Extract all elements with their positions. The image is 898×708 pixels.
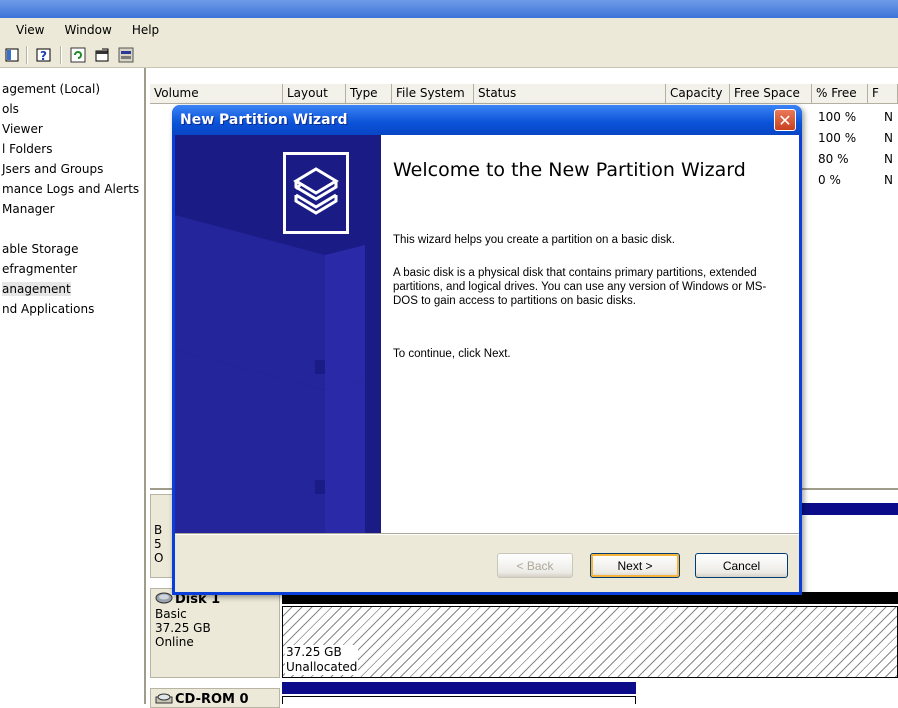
partition-size: 37.25 GB bbox=[286, 645, 342, 659]
toolbar: ? bbox=[0, 42, 898, 68]
disk1-size: 37.25 GB bbox=[155, 621, 211, 635]
wizard-art-disks bbox=[175, 215, 365, 533]
disk1-state: Online bbox=[155, 635, 194, 649]
cdrom0-partition-bar bbox=[282, 682, 636, 694]
column-header-layout[interactable]: Layout bbox=[283, 84, 346, 104]
refresh-icon[interactable] bbox=[68, 45, 88, 65]
disk0-line: B bbox=[154, 523, 163, 537]
tree-item[interactable]: Viewer bbox=[2, 122, 43, 136]
tree-item[interactable]: efragmenter bbox=[2, 262, 77, 276]
pct-free-cell: 0 % bbox=[818, 173, 841, 187]
cdrom0-name: CD-ROM 0 bbox=[175, 691, 249, 707]
cdrom-icon bbox=[155, 692, 173, 707]
column-header-type[interactable]: Type bbox=[346, 84, 392, 104]
pct-free-cell: 100 % bbox=[818, 131, 857, 145]
window-titlebar bbox=[0, 0, 898, 18]
pct-free-cell: 80 % bbox=[818, 152, 849, 166]
disk-view-icon[interactable] bbox=[116, 45, 136, 65]
new-partition-wizard-dialog: New Partition Wizard ✕ Welcome to the Ne… bbox=[172, 105, 802, 595]
tree-item[interactable]: Manager bbox=[2, 202, 55, 216]
toolbar-separator bbox=[60, 46, 62, 64]
column-header-status[interactable]: Status bbox=[474, 84, 666, 104]
fault-cell: N bbox=[884, 131, 893, 145]
disk0-line: 5 bbox=[154, 537, 162, 551]
disk1-type: Basic bbox=[155, 607, 187, 621]
dialog-titlebar[interactable]: New Partition Wizard ✕ bbox=[172, 105, 802, 135]
next-button[interactable]: Next > bbox=[590, 553, 680, 578]
cdrom0-label[interactable]: CD-ROM 0 bbox=[150, 688, 280, 708]
console-icon[interactable] bbox=[2, 45, 22, 65]
tree-item[interactable]: nd Applications bbox=[2, 302, 94, 316]
wizard-disk-icon bbox=[283, 152, 349, 234]
svg-text:?: ? bbox=[40, 49, 47, 63]
tree-item[interactable]: able Storage bbox=[2, 242, 78, 256]
tree-item[interactable]: mance Logs and Alerts bbox=[2, 182, 139, 196]
unallocated-text: 37.25 GB Unallocated bbox=[285, 645, 359, 675]
tree-item-disk-management[interactable]: anagement bbox=[2, 282, 71, 296]
help-icon[interactable]: ? bbox=[34, 45, 54, 65]
partition-label: Unallocated bbox=[286, 660, 358, 674]
column-header-f[interactable]: F bbox=[868, 84, 898, 104]
wizard-side-art bbox=[175, 135, 381, 533]
column-header-free-space[interactable]: Free Space bbox=[730, 84, 812, 104]
column-header-volume[interactable]: Volume bbox=[150, 84, 283, 104]
toolbar-separator bbox=[26, 46, 28, 64]
wizard-continue-text: To continue, click Next. bbox=[393, 348, 511, 360]
tree-item[interactable]: ols bbox=[2, 102, 19, 116]
dialog-title: New Partition Wizard bbox=[180, 112, 348, 128]
pct-free-cell: 100 % bbox=[818, 110, 857, 124]
properties-icon[interactable] bbox=[92, 45, 112, 65]
wizard-description-text: A basic disk is a physical disk that con… bbox=[393, 267, 767, 307]
cancel-button[interactable]: Cancel bbox=[695, 553, 788, 578]
menu-window[interactable]: Window bbox=[54, 23, 121, 37]
column-header-capacity[interactable]: Capacity bbox=[666, 84, 730, 104]
menu-view[interactable]: View bbox=[6, 23, 54, 37]
wizard-content: Welcome to the New Partition Wizard This… bbox=[381, 135, 799, 533]
tree-item[interactable]: l Folders bbox=[2, 142, 52, 156]
disk1-unallocated-region[interactable]: 37.25 GB Unallocated bbox=[282, 606, 898, 678]
tree-item[interactable]: Jsers and Groups bbox=[2, 162, 103, 176]
fault-cell: N bbox=[884, 152, 893, 166]
dialog-body: Welcome to the New Partition Wizard This… bbox=[175, 135, 799, 592]
wizard-heading: Welcome to the New Partition Wizard bbox=[393, 159, 746, 181]
disk0-line: O bbox=[154, 551, 164, 565]
fault-cell: N bbox=[884, 110, 893, 124]
column-header-pct-free[interactable]: % Free bbox=[812, 84, 868, 104]
wizard-intro-text: This wizard helps you create a partition… bbox=[393, 234, 675, 246]
back-button[interactable]: < Back bbox=[497, 553, 573, 578]
menu-help[interactable]: Help bbox=[122, 23, 169, 37]
close-icon[interactable]: ✕ bbox=[774, 109, 796, 131]
column-header-file-system[interactable]: File System bbox=[392, 84, 474, 104]
fault-cell: N bbox=[884, 173, 893, 187]
disk0-partition-bar bbox=[802, 503, 898, 515]
wizard-separator bbox=[175, 533, 799, 535]
cdrom0-partition-region[interactable] bbox=[282, 696, 636, 704]
tree-item[interactable]: agement (Local) bbox=[2, 82, 100, 96]
console-tree: agement (Local) ols Viewer l Folders Jse… bbox=[0, 68, 146, 704]
disk-icon bbox=[155, 592, 173, 607]
disk1-label[interactable]: Disk 1 Basic 37.25 GB Online bbox=[150, 588, 280, 678]
menu-bar: View Window Help bbox=[0, 18, 898, 42]
